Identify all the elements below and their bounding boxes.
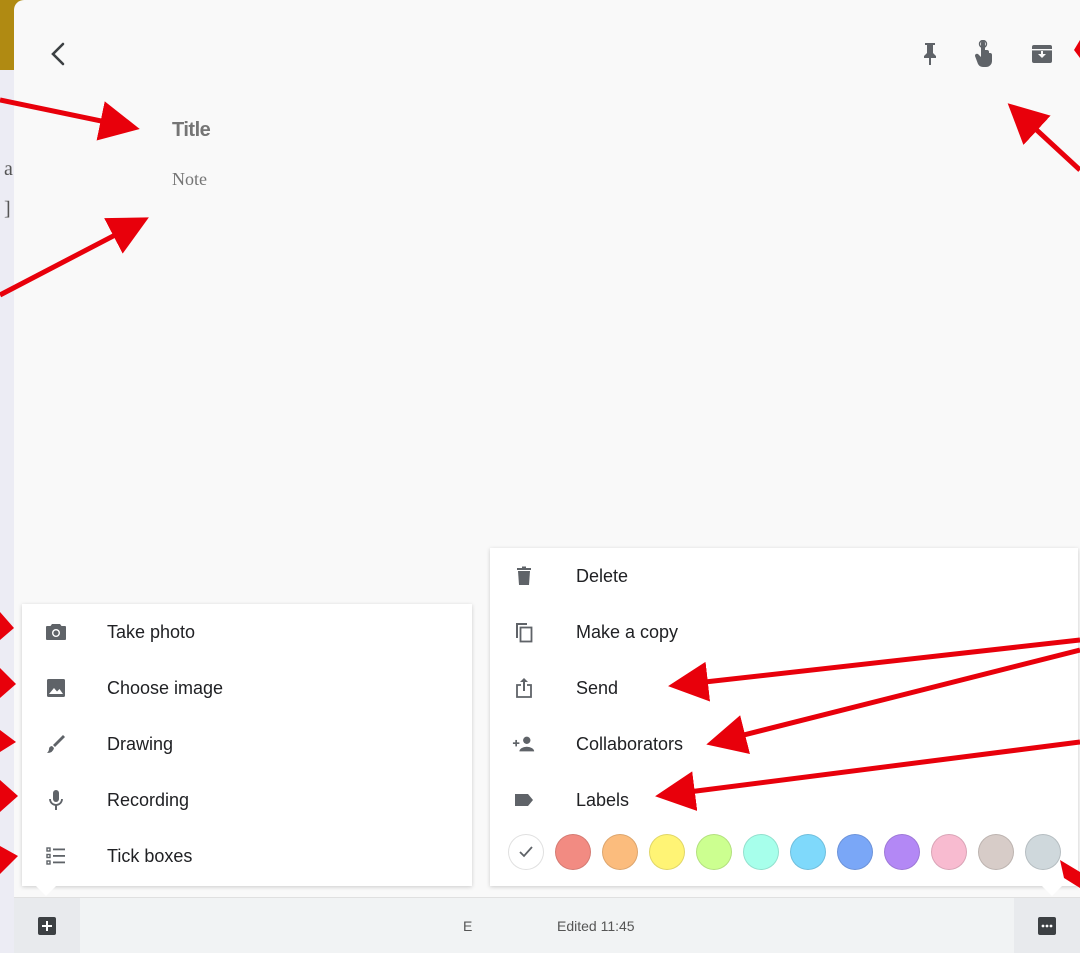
color-swatch-blue[interactable] — [837, 834, 873, 870]
add-content-button[interactable] — [14, 898, 80, 953]
archive-icon — [1032, 45, 1052, 63]
color-swatch-teal[interactable] — [743, 834, 779, 870]
color-swatch-green[interactable] — [696, 834, 732, 870]
menu-item-label: Collaborators — [576, 733, 684, 754]
copy-icon — [512, 620, 536, 644]
menu-item-label: Tick boxes — [107, 845, 193, 866]
more-menu: Delete Make a copy Send Collaborators La… — [490, 548, 1078, 886]
archive-button[interactable] — [1029, 40, 1055, 68]
reminder-button[interactable] — [972, 40, 998, 68]
menu-item-label: Recording — [107, 789, 190, 810]
menu-item-tick-boxes[interactable]: Tick boxes — [22, 828, 472, 884]
more-menu-caret — [1042, 886, 1062, 896]
edited-timestamp: Edited 11:45 — [557, 918, 635, 934]
add-menu-caret — [36, 886, 56, 896]
menu-item-label: Drawing — [107, 733, 174, 754]
reminder-icon — [974, 40, 992, 67]
color-swatch-brown[interactable] — [978, 834, 1014, 870]
pin-icon — [924, 43, 936, 65]
color-swatch-orange[interactable] — [602, 834, 638, 870]
title-input[interactable] — [170, 118, 574, 143]
note-input[interactable] — [170, 168, 574, 191]
color-swatch-yellow[interactable] — [649, 834, 685, 870]
checklist-icon — [44, 844, 68, 868]
menu-item-send[interactable]: Send — [490, 660, 1078, 716]
menu-item-recording[interactable]: Recording — [22, 772, 472, 828]
menu-item-label: Choose image — [107, 677, 224, 698]
back-button[interactable] — [44, 36, 72, 72]
menu-item-delete[interactable]: Delete — [490, 548, 1078, 604]
menu-item-label: Labels — [576, 789, 630, 810]
menu-item-label: Delete — [576, 565, 629, 586]
color-swatch-purple[interactable] — [884, 834, 920, 870]
menu-item-collaborators[interactable]: Collaborators — [490, 716, 1078, 772]
microphone-icon — [44, 788, 68, 812]
edited-timestamp-clipped: E — [463, 918, 473, 934]
color-swatch-default[interactable] — [508, 834, 544, 870]
menu-item-label: Make a copy — [576, 621, 679, 642]
image-icon — [44, 676, 68, 700]
check-icon — [519, 846, 533, 858]
menu-item-label: Send — [576, 677, 619, 698]
label-icon — [512, 788, 536, 812]
pin-button[interactable] — [917, 40, 943, 68]
camera-icon — [44, 620, 68, 644]
bottom-bar: E Edited 11:45 — [14, 897, 1080, 953]
add-menu: Take photo Choose image Drawing Recordin… — [22, 604, 472, 886]
chevron-left-icon — [51, 42, 65, 66]
color-swatch-light-blue[interactable] — [790, 834, 826, 870]
plus-box-icon — [38, 917, 56, 935]
brush-icon — [44, 732, 68, 756]
color-swatch-pink[interactable] — [931, 834, 967, 870]
menu-item-drawing[interactable]: Drawing — [22, 716, 472, 772]
menu-item-labels[interactable]: Labels — [490, 772, 1078, 828]
menu-item-choose-image[interactable]: Choose image — [22, 660, 472, 716]
menu-item-take-photo[interactable]: Take photo — [22, 604, 472, 660]
add-person-icon — [512, 732, 536, 756]
share-icon — [512, 676, 536, 700]
background-text-fragment: ] — [4, 198, 11, 220]
more-actions-button[interactable] — [1014, 898, 1080, 953]
color-swatch-red[interactable] — [555, 834, 591, 870]
background-text-fragment: a — [4, 158, 13, 180]
more-box-icon — [1038, 917, 1056, 935]
menu-item-label: Take photo — [107, 621, 196, 642]
color-swatch-grey[interactable] — [1025, 834, 1061, 870]
menu-item-make-copy[interactable]: Make a copy — [490, 604, 1078, 660]
trash-icon — [512, 564, 536, 588]
